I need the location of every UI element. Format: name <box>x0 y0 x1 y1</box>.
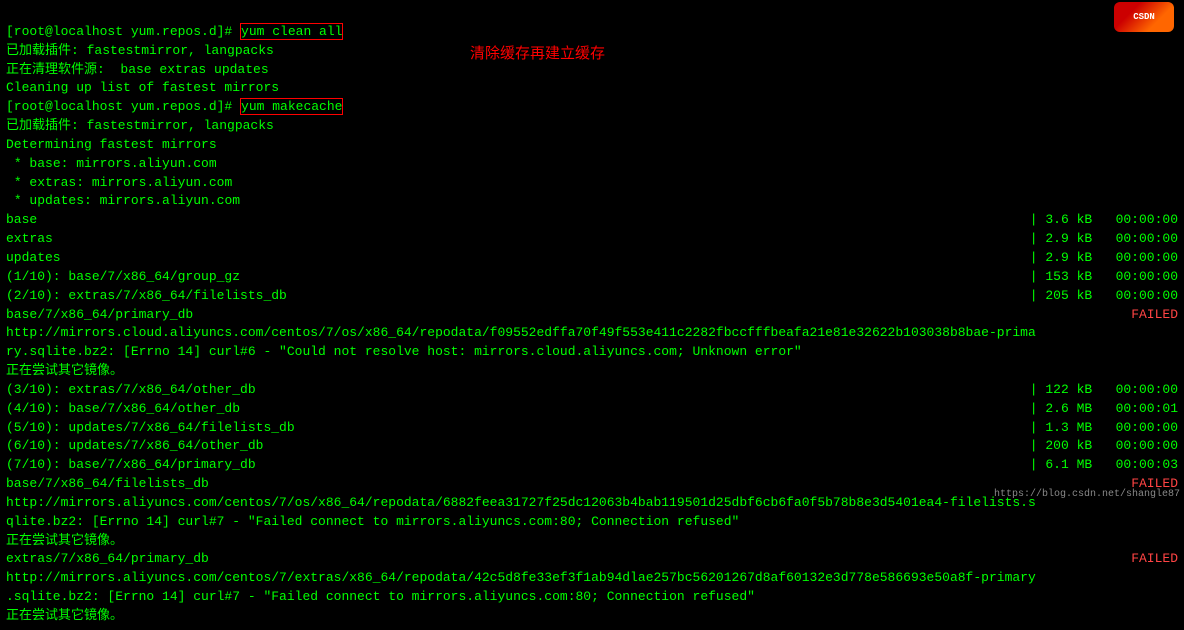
prompt: [root@localhost yum.repos.d]# <box>6 24 240 39</box>
left-col: base/7/x86_64/filelists_db <box>6 476 209 491</box>
left-col: (4/10): base/7/x86_64/other_db <box>6 401 240 416</box>
terminal-line: 正在清理软件源: base extras updates <box>6 61 1178 80</box>
terminal-line: | 122 kB 00:00:00 (3/10): extras/7/x86_64… <box>6 381 1178 400</box>
terminal-line: | 6.1 MB 00:00:03 (7/10): base/7/x86_64/p… <box>6 456 1178 475</box>
terminal-line: * base: mirrors.aliyun.com <box>6 155 1178 174</box>
terminal-line: | 2.9 kB 00:00:00 extras <box>6 230 1178 249</box>
terminal-line: | 205 kB 00:00:00 (2/10): extras/7/x86_64… <box>6 287 1178 306</box>
terminal-window: [root@localhost yum.repos.d]# yum clean … <box>0 0 1184 630</box>
prompt: [root@localhost yum.repos.d]# <box>6 99 240 114</box>
left-col: (2/10): extras/7/x86_64/filelists_db <box>6 288 287 303</box>
logo-badge: CSDN <box>1114 2 1174 32</box>
left-col: (5/10): updates/7/x86_64/filelists_db <box>6 420 295 435</box>
terminal-line: 正在尝试其它镜像。 <box>6 607 1178 626</box>
left-col: (3/10): extras/7/x86_64/other_db <box>6 382 256 397</box>
terminal-line: | 153 kB 00:00:00 (1/10): base/7/x86_64/g… <box>6 268 1178 287</box>
left-col: extras/7/x86_64/primary_db <box>6 551 209 566</box>
terminal-line: http://mirrors.cloud.aliyuncs.com/centos… <box>6 324 1178 343</box>
terminal-line: ry.sqlite.bz2: [Errno 14] curl#6 - "Coul… <box>6 343 1178 362</box>
terminal-line: * updates: mirrors.aliyun.com <box>6 192 1178 211</box>
left-col: (1/10): base/7/x86_64/group_gz <box>6 269 240 284</box>
right-col: | 6.1 MB 00:00:03 <box>1030 456 1178 475</box>
right-col: | 200 kB 00:00:00 <box>1030 437 1178 456</box>
right-col: | 205 kB 00:00:00 <box>1030 287 1178 306</box>
terminal-line: | 1.3 MB 00:00:00 (5/10): updates/7/x86_6… <box>6 419 1178 438</box>
left-col: base <box>6 212 37 227</box>
left-col: (7/10): base/7/x86_64/primary_db <box>6 457 256 472</box>
left-col: (6/10): updates/7/x86_64/other_db <box>6 438 263 453</box>
command: yum clean all <box>240 23 343 40</box>
terminal-line: qlite.bz2: [Errno 14] curl#7 - "Failed c… <box>6 513 1178 532</box>
terminal-line: 已加载插件: fastestmirror, langpacks <box>6 117 1178 136</box>
right-col: | 2.6 MB 00:00:01 <box>1030 400 1178 419</box>
right-col: | 153 kB 00:00:00 <box>1030 268 1178 287</box>
right-col: | 122 kB 00:00:00 <box>1030 381 1178 400</box>
terminal-line: 正在尝试其它镜像。 <box>6 532 1178 551</box>
watermark: https://blog.csdn.net/shangle87 <box>994 489 1180 500</box>
right-col: | 1.3 MB 00:00:00 <box>1030 419 1178 438</box>
failed-status: FAILED <box>1131 550 1178 569</box>
left-col: updates <box>6 250 61 265</box>
terminal-line: * extras: mirrors.aliyun.com <box>6 174 1178 193</box>
terminal-line: | 2.6 MB 00:00:01 (4/10): base/7/x86_64/o… <box>6 400 1178 419</box>
left-col: extras <box>6 231 53 246</box>
terminal-line: extras/7/x86_64/primary_db FAILED <box>6 550 1178 569</box>
failed-status: FAILED <box>1131 306 1178 325</box>
left-col: base/7/x86_64/primary_db <box>6 307 193 322</box>
terminal-line: [root@localhost yum.repos.d]# yum makeca… <box>6 98 1178 117</box>
terminal-line: Cleaning up list of fastest mirrors <box>6 79 1178 98</box>
command: yum makecache <box>240 98 343 115</box>
terminal-line: [root@localhost yum.repos.d]# yum clean … <box>6 23 1178 42</box>
terminal-line: 正在尝试其它镜像。 <box>6 362 1178 381</box>
terminal-line: base/7/x86_64/primary_db FAILED <box>6 306 1178 325</box>
right-col: | 2.9 kB 00:00:00 <box>1030 230 1178 249</box>
terminal-line: | 3.6 kB 00:00:00 base <box>6 211 1178 230</box>
terminal-line: | 2.9 kB 00:00:00 updates <box>6 249 1178 268</box>
terminal-line: | 200 kB 00:00:00 (6/10): updates/7/x86_6… <box>6 437 1178 456</box>
terminal-line: http://mirrors.aliyuncs.com/centos/7/ext… <box>6 569 1178 588</box>
terminal-line: .sqlite.bz2: [Errno 14] curl#7 - "Failed… <box>6 588 1178 607</box>
right-col: | 2.9 kB 00:00:00 <box>1030 249 1178 268</box>
right-col: | 3.6 kB 00:00:00 <box>1030 211 1178 230</box>
annotation-label: 清除缓存再建立缓存 <box>470 42 605 63</box>
terminal-line: Determining fastest mirrors <box>6 136 1178 155</box>
